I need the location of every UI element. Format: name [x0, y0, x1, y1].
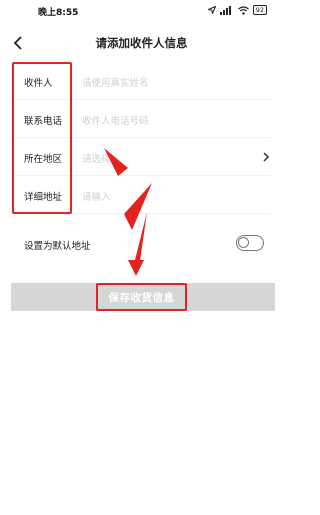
phone-input[interactable]: 收件人电话号码 [82, 113, 149, 127]
region-select[interactable]: 请选择 [82, 151, 111, 165]
toggle-knob [238, 237, 249, 248]
default-address-row: 设置为默认地址 [24, 232, 264, 258]
recipient-input[interactable]: 请使用真实姓名 [82, 75, 149, 89]
labels-annotation-box [12, 62, 72, 214]
default-address-toggle[interactable] [236, 235, 264, 251]
annotation-arrow-lower-head [128, 260, 144, 276]
status-bar: 晚上8:55 92 [0, 0, 283, 22]
nav-bar: 请添加收件人信息 [0, 28, 283, 58]
save-button-label: 保存收货信息 [108, 291, 175, 304]
detail-address-input[interactable]: 请输入 [82, 189, 111, 203]
page-title: 请添加收件人信息 [95, 36, 188, 50]
chevron-right-icon[interactable] [261, 150, 271, 164]
navigation-icon [207, 6, 216, 14]
default-address-label: 设置为默认地址 [24, 241, 91, 252]
signal-icon [219, 5, 231, 15]
status-time: 晚上8:55 [38, 8, 79, 18]
status-icons: 92 [207, 5, 267, 15]
wifi-icon [237, 5, 249, 15]
save-button[interactable]: 保存收货信息 [96, 283, 187, 311]
battery-icon: 92 [252, 5, 267, 15]
